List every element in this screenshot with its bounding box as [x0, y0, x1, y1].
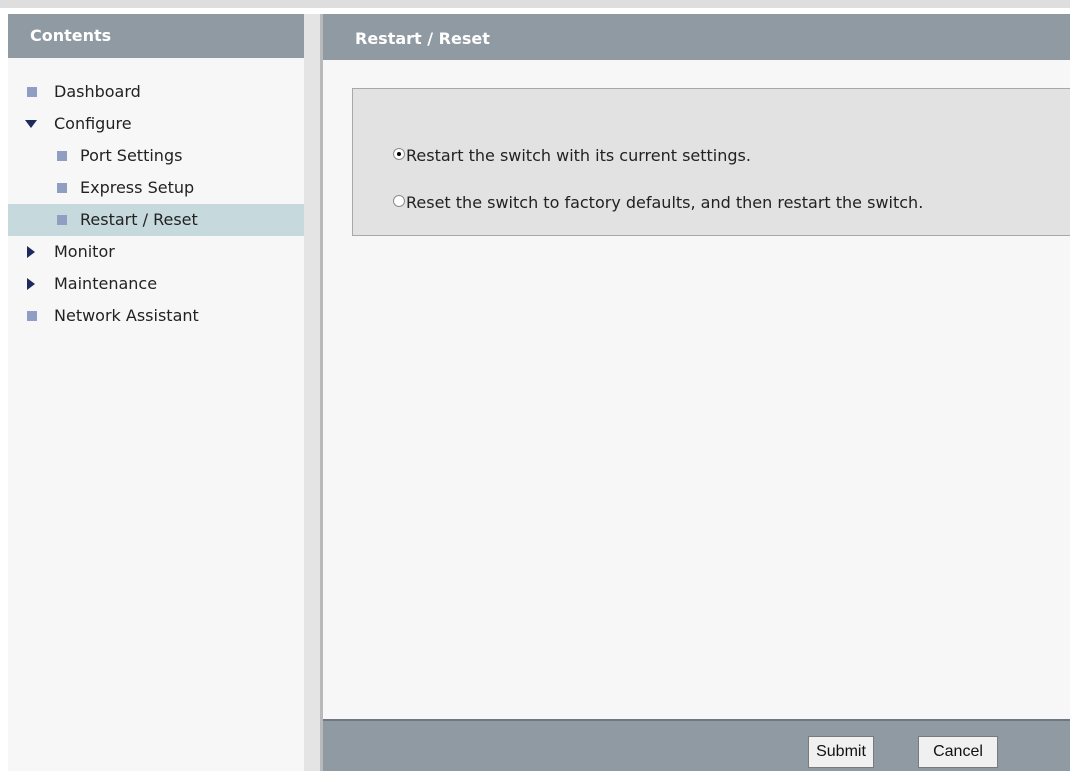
sidebar-item-configure[interactable]: Configure [8, 108, 304, 140]
square-bullet-icon [57, 215, 67, 225]
sidebar-item-label: Network Assistant [54, 306, 199, 325]
sidebar-item-label: Dashboard [54, 82, 141, 101]
pane-splitter[interactable] [304, 14, 320, 771]
sidebar-item-label: Maintenance [54, 274, 158, 293]
sidebar-item-restart-reset[interactable]: Restart / Reset [8, 204, 304, 236]
sidebar-item-monitor[interactable]: Monitor [8, 236, 304, 268]
sidebar-item-label: Configure [54, 114, 132, 133]
square-bullet-icon [57, 183, 67, 193]
sidebar-title: Contents [8, 14, 304, 58]
sidebar-item-dashboard[interactable]: Dashboard [8, 76, 304, 108]
sidebar-item-maintenance[interactable]: Maintenance [8, 268, 304, 300]
square-bullet-icon [27, 311, 37, 321]
sidebar-item-label: Restart / Reset [80, 210, 198, 229]
sidebar-nav: Dashboard Configure Port Settings Expres… [8, 76, 304, 332]
radio-label: Restart the switch with its current sett… [406, 146, 751, 165]
restart-options-box: Restart the switch with its current sett… [352, 88, 1070, 236]
button-bar: Submit Cancel [323, 719, 1070, 771]
page-title: Restart / Reset [323, 14, 1070, 60]
top-border [0, 0, 1070, 8]
square-bullet-icon [57, 151, 67, 161]
sidebar-item-port-settings[interactable]: Port Settings [8, 140, 304, 172]
sidebar-item-label: Port Settings [80, 146, 183, 165]
sidebar: Contents Dashboard Configure Port Settin… [8, 14, 304, 771]
main-panel: Restart / Reset Restart the switch with … [323, 14, 1070, 771]
sidebar-item-label: Express Setup [80, 178, 195, 197]
radio-label: Reset the switch to factory defaults, an… [406, 193, 924, 212]
collapsed-arrow-icon[interactable] [27, 278, 35, 290]
collapsed-arrow-icon[interactable] [27, 246, 35, 258]
radio-selected-icon[interactable] [393, 148, 405, 160]
sidebar-item-network-assistant[interactable]: Network Assistant [8, 300, 304, 332]
square-bullet-icon [27, 87, 37, 97]
radio-unselected-icon[interactable] [393, 195, 405, 207]
submit-button[interactable]: Submit [808, 736, 874, 768]
cancel-button[interactable]: Cancel [918, 736, 998, 768]
sidebar-item-express-setup[interactable]: Express Setup [8, 172, 304, 204]
expanded-arrow-icon[interactable] [25, 120, 37, 128]
sidebar-item-label: Monitor [54, 242, 115, 261]
